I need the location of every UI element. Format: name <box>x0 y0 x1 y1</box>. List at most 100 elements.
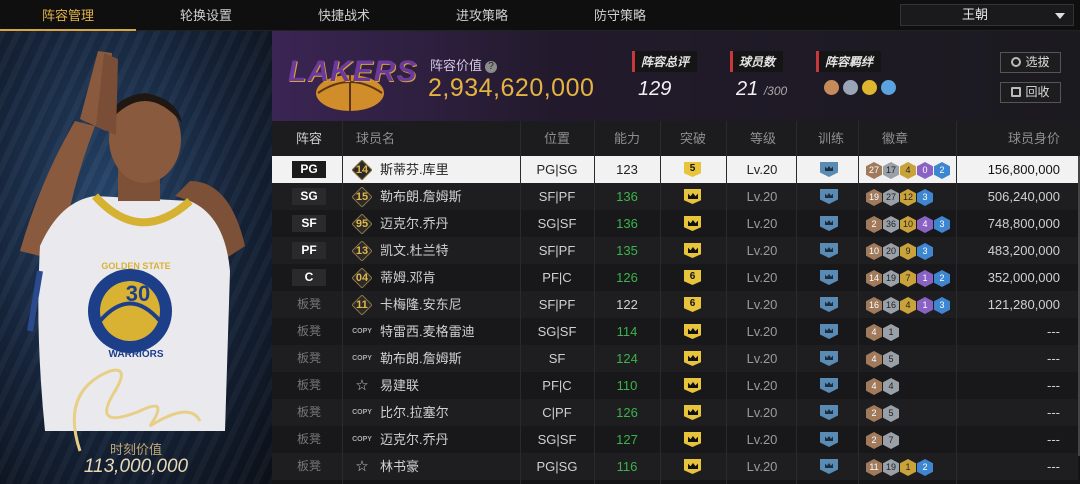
player-level: Lv.20 <box>746 324 778 339</box>
col-badges[interactable]: 徽章 <box>882 121 908 156</box>
fetter-blue-icon[interactable] <box>881 80 896 95</box>
player-ability: 136 <box>616 216 638 231</box>
table-row[interactable]: SG 15 勒布朗.詹姆斯 SF|PF 136 Lv.20 19 27 12 3 506,240,0… <box>272 183 1078 210</box>
badge-counts[interactable]: 45 <box>866 350 900 368</box>
team-dropdown-value: 王朝 <box>961 7 988 22</box>
stat-overall-value: 129 <box>638 78 672 100</box>
training-icon[interactable] <box>820 432 838 447</box>
badge-count: 3 <box>917 243 933 260</box>
player-ability: 126 <box>616 405 638 420</box>
column-divider <box>342 121 343 484</box>
training-icon[interactable] <box>820 405 838 420</box>
badge-count: 1 <box>917 270 933 287</box>
player-level: Lv.20 <box>746 216 778 231</box>
table-row[interactable]: 板凳 COPY 勒布朗.詹姆斯 SF 124 Lv.20 4 5 --- <box>272 345 1078 372</box>
col-breakthrough[interactable]: 突破 <box>680 121 706 156</box>
training-icon[interactable] <box>820 324 838 339</box>
fetter-bronze-icon[interactable] <box>824 80 839 95</box>
player-ability: 122 <box>616 297 638 312</box>
badge-count: 5 <box>883 405 899 422</box>
player-position: SG|SF <box>537 216 577 231</box>
lineup-value: 2,934,620,000 <box>428 74 595 102</box>
training-icon[interactable] <box>820 378 838 393</box>
tab-defense-strategy[interactable]: 防守策略 <box>552 0 688 31</box>
tab-quick-tactics[interactable]: 快捷战术 <box>276 0 412 31</box>
tab-rotation-settings[interactable]: 轮换设置 <box>138 0 274 31</box>
lineup-slot[interactable]: 板凳 <box>292 404 326 421</box>
player-ability: 127 <box>616 432 638 447</box>
col-slot[interactable]: 阵容 <box>296 121 322 156</box>
table-row[interactable]: PG 14 斯蒂芬.库里 PG|SG 123 5 Lv.20 27 17 4 0 2 156,800,0… <box>272 156 1078 183</box>
col-player-name[interactable]: 球员名 <box>356 121 395 156</box>
training-icon[interactable] <box>820 297 838 312</box>
lineup-screen: { "nav": { "tabs": ["阵容管理","轮换设置","快捷战术"… <box>0 0 1080 484</box>
table-row[interactable]: 板凳 ☆ 易建联 PF|C 110 Lv.20 4 4 --- <box>272 372 1078 399</box>
training-icon[interactable] <box>820 216 838 231</box>
lineup-slot[interactable]: SG <box>292 188 326 205</box>
lineup-slot[interactable]: SF <box>292 215 326 232</box>
player-level: Lv.20 <box>746 459 778 474</box>
badge-counts[interactable]: 25 <box>866 404 900 422</box>
team-logo: LAKERS <box>286 41 416 118</box>
badge-counts[interactable]: 19 27 12 3 <box>866 188 934 206</box>
col-position[interactable]: 位置 <box>544 121 570 156</box>
training-icon[interactable] <box>820 189 838 204</box>
lineup-slot[interactable]: 板凳 <box>292 296 326 313</box>
badge-counts[interactable]: 41 <box>866 323 900 341</box>
jersey-team-text-2: WARRIORS <box>108 349 164 360</box>
col-level[interactable]: 等级 <box>750 121 776 156</box>
lineup-slot[interactable]: 板凳 <box>292 350 326 367</box>
badge-counts[interactable]: 27 <box>866 431 900 449</box>
lineup-slot[interactable]: PF <box>292 242 326 259</box>
player-portrait <box>20 51 245 452</box>
lineup-slot[interactable]: 板凳 <box>292 458 326 475</box>
jersey-badge: 14 <box>352 160 372 180</box>
badge-counts[interactable]: 10 20 9 3 <box>866 242 934 260</box>
table-row[interactable]: 板凳 COPY 迈克尔.乔丹 SG|SF 127 Lv.20 2 7 --- <box>272 426 1078 453</box>
badge-counts[interactable]: 44 <box>866 377 900 395</box>
featured-player-card[interactable]: 30 GOLDEN STATE WARRIORS 时刻价值 113,000,00… <box>0 31 272 484</box>
help-icon[interactable]: ? <box>485 61 498 73</box>
player-name: 勒布朗.詹姆斯 <box>380 351 462 366</box>
training-icon[interactable] <box>820 459 838 474</box>
lineup-slot[interactable]: 板凳 <box>292 323 326 340</box>
table-row[interactable]: 板凳 11 卡梅隆.安东尼 SF|PF 122 6 Lv.20 16 16 4 1 3 121,280,… <box>272 291 1078 318</box>
col-ability[interactable]: 能力 <box>614 121 640 156</box>
training-icon[interactable] <box>820 162 838 177</box>
table-row[interactable]: 板凳 COPY 比尔.拉塞尔 C|PF 126 Lv.20 2 5 --- <box>272 399 1078 426</box>
badge-counts[interactable]: 11 19 1 2 <box>866 458 934 476</box>
player-ability: 136 <box>616 189 638 204</box>
recycle-button[interactable]: 回收 <box>1000 82 1061 103</box>
tab-offense-strategy[interactable]: 进攻策略 <box>414 0 550 31</box>
lineup-slot[interactable]: 板凳 <box>292 431 326 448</box>
col-player-value[interactable]: 球员身价 <box>1008 121 1060 156</box>
table-row[interactable]: C 04 蒂姆.邓肯 PF|C 126 6 Lv.20 14 19 7 1 2 352,000,000 <box>272 264 1078 291</box>
training-icon[interactable] <box>820 243 838 258</box>
badge-count: 4 <box>900 162 916 179</box>
select-button[interactable]: 选拔 <box>1000 52 1061 73</box>
column-divider <box>520 121 521 484</box>
player-name: 勒布朗.詹姆斯 <box>380 189 462 204</box>
lineup-slot[interactable]: C <box>292 269 326 286</box>
fetter-icons[interactable] <box>816 80 900 100</box>
badge-count: 11 <box>866 459 882 476</box>
col-training[interactable]: 训练 <box>818 121 844 156</box>
table-row[interactable]: 板凳 ☆ 林书豪 PG|SG 116 Lv.20 11 19 1 2 --- <box>272 453 1078 480</box>
lineup-slot[interactable]: PG <box>292 161 326 178</box>
lineup-slot[interactable]: 板凳 <box>292 377 326 394</box>
fetter-gold-icon[interactable] <box>862 80 877 95</box>
training-icon[interactable] <box>820 351 838 366</box>
badge-count: 7 <box>900 270 916 287</box>
fetter-silver-icon[interactable] <box>843 80 858 95</box>
training-icon[interactable] <box>820 270 838 285</box>
table-row[interactable]: 板凳 COPY 特雷西.麦格雷迪 SG|SF 114 Lv.20 4 1 --- <box>272 318 1078 345</box>
player-ability: 110 <box>616 378 638 393</box>
table-row[interactable]: SF 95 迈克尔.乔丹 SG|SF 136 Lv.20 2 36 10 4 3 748,800,00… <box>272 210 1078 237</box>
table-row[interactable]: PF 13 凯文.杜兰特 SF|PF 135 Lv.20 10 20 9 3 483,200,000 <box>272 237 1078 264</box>
column-divider <box>660 121 661 484</box>
team-dropdown[interactable]: 王朝 <box>900 4 1074 26</box>
player-ability: 123 <box>616 162 638 177</box>
tab-lineup-management[interactable]: 阵容管理 <box>0 0 136 31</box>
player-name: 林书豪 <box>380 459 420 474</box>
badge-count: 7 <box>883 432 899 449</box>
